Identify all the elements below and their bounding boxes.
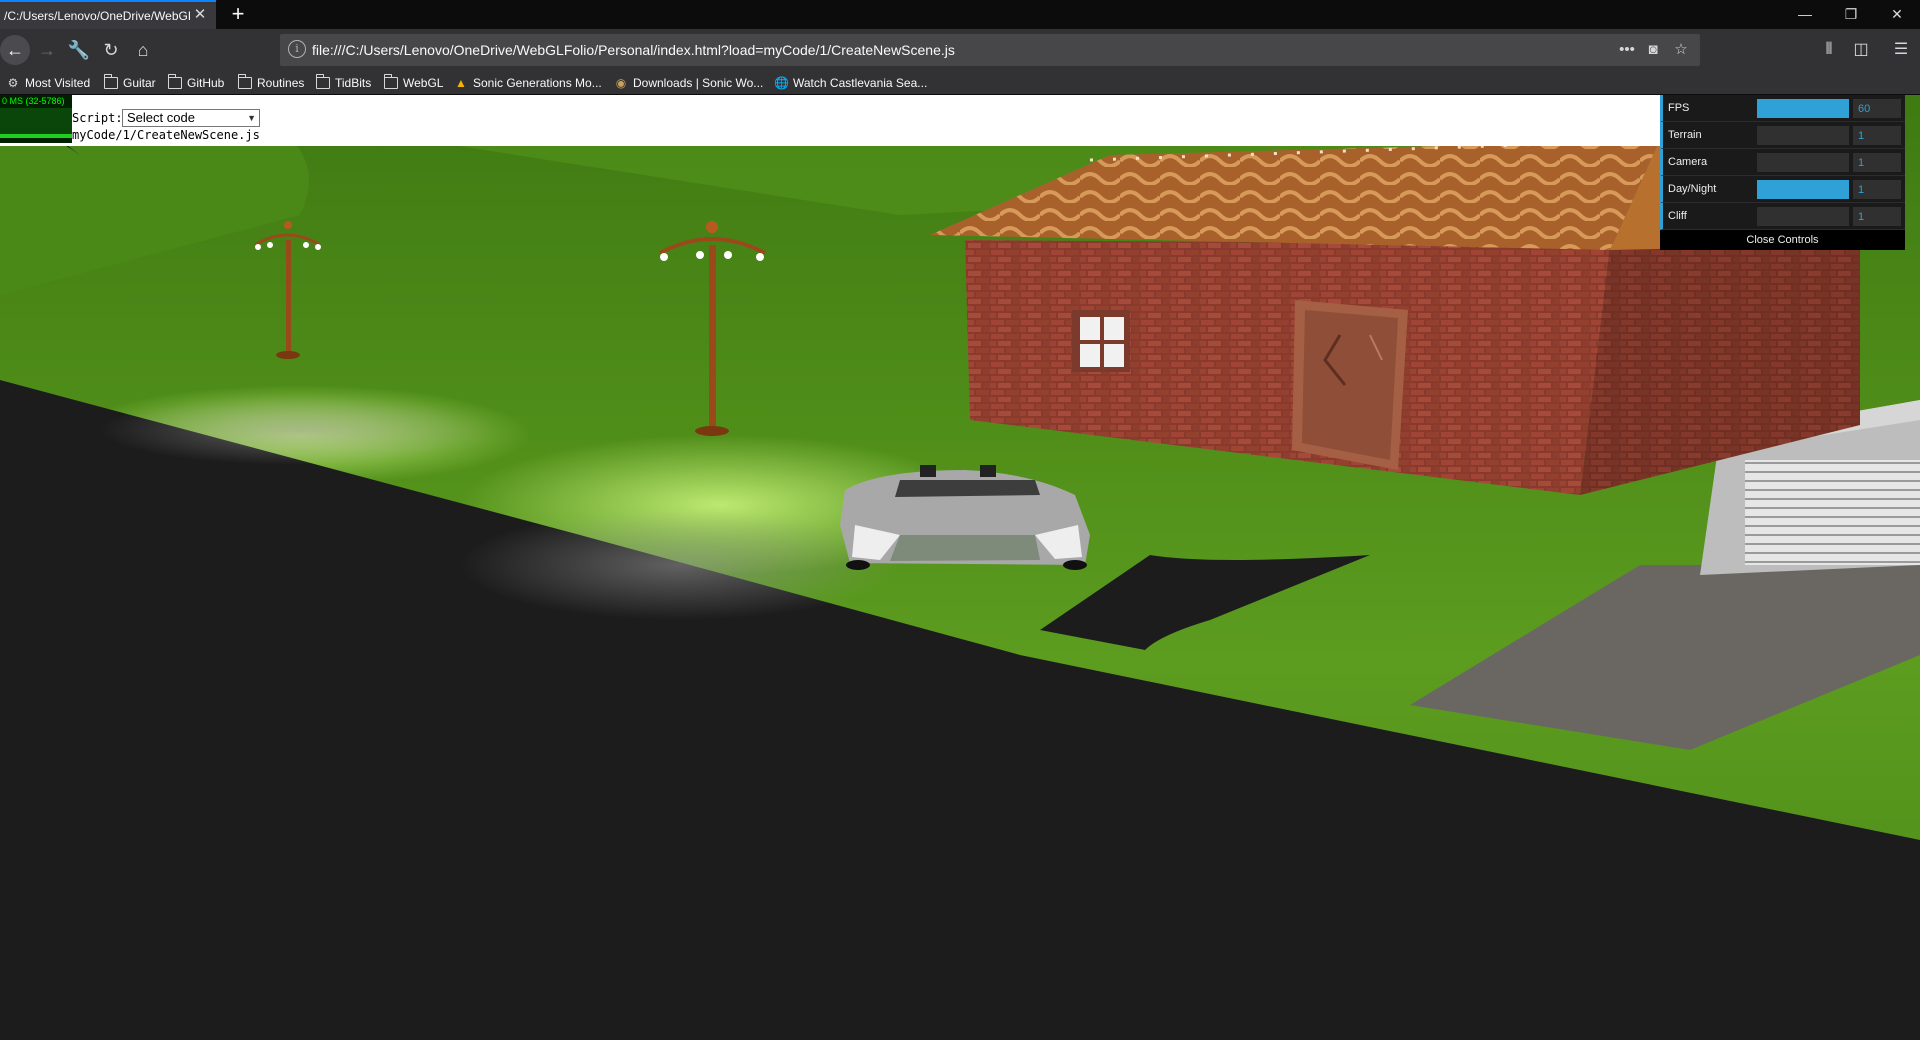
folder-icon — [237, 73, 252, 89]
control-value-input[interactable]: 60 — [1853, 99, 1901, 118]
bookmark-star-icon[interactable]: ☆ — [1670, 39, 1692, 61]
bookmark-guitar[interactable]: Guitar — [103, 73, 156, 91]
script-selector-bar: Script: Select code ▼ myCode/1/CreateNew… — [0, 95, 1660, 146]
scene-render — [0, 95, 1920, 1040]
new-tab-icon[interactable]: + — [226, 2, 250, 26]
control-slider[interactable] — [1757, 126, 1849, 145]
control-value-input[interactable]: 1 — [1853, 126, 1901, 145]
bookmark-tidbits[interactable]: TidBits — [315, 73, 372, 91]
slider-fill — [1757, 180, 1849, 199]
url-text[interactable]: file:///C:/Users/Lenovo/OneDrive/WebGLFo… — [312, 42, 955, 58]
forward-icon[interactable]: → — [32, 35, 62, 65]
info-icon[interactable]: i — [288, 40, 306, 58]
slider-fill — [1757, 99, 1849, 118]
bookmark-github[interactable]: GitHub — [167, 73, 225, 91]
control-value-input[interactable]: 1 — [1853, 207, 1901, 226]
control-slider[interactable] — [1757, 153, 1849, 172]
bookmark-label: Sonic Generations Mo... — [473, 75, 602, 90]
gear-icon: ⚙ — [7, 75, 19, 90]
bookmark-label: Guitar — [123, 75, 156, 90]
bookmark-label: TidBits — [335, 75, 372, 90]
webgl-canvas[interactable]: Script: Select code ▼ myCode/1/CreateNew… — [0, 95, 1920, 1040]
control-label: Terrain — [1668, 129, 1702, 141]
control-row-day-night[interactable]: Day/Night 1 — [1660, 176, 1905, 203]
folder-icon — [383, 73, 398, 89]
bookmarks-toolbar: ⚙ Most Visited Guitar GitHub Routines Ti… — [0, 71, 1920, 95]
control-label: Cliff — [1668, 210, 1687, 222]
control-value-input[interactable]: 1 — [1853, 153, 1901, 172]
bookmark-label: Downloads | Sonic Wo... — [633, 75, 764, 90]
navigation-toolbar: ← → 🔧 ↻ ⌂ i file:///C:/Users/Lenovo/OneD… — [0, 29, 1920, 71]
sidebar-icon[interactable]: ◫ — [1846, 35, 1876, 65]
bookmark-routines[interactable]: Routines — [237, 73, 305, 91]
pocket-icon[interactable]: ◙ — [1642, 39, 1664, 61]
reload-icon[interactable]: ↻ — [96, 35, 126, 65]
folder-icon — [103, 73, 118, 89]
controls-panel: FPS 60 Terrain 1 Camera 1 Day/Night 1 Cl… — [1660, 95, 1905, 250]
script-label: Script: — [72, 111, 123, 125]
bookmark-castlevania[interactable]: 🌐 Watch Castlevania Sea... — [774, 74, 927, 91]
control-row-terrain[interactable]: Terrain 1 — [1660, 122, 1905, 149]
tab-title: /C:/Users/Lenovo/OneDrive/WebGL — [4, 8, 190, 23]
bookmark-label: WebGL — [403, 75, 444, 90]
page-actions-icon[interactable]: ••• — [1616, 39, 1638, 61]
bookmark-sonic-generations[interactable]: ▲ Sonic Generations Mo... — [454, 74, 602, 91]
control-label: Day/Night — [1668, 183, 1717, 195]
stats-panel[interactable]: 0 MS (32-5786) — [0, 95, 72, 143]
code-select-value: Select code — [127, 110, 195, 125]
chevron-down-icon: ▼ — [247, 113, 256, 123]
stats-readout: 0 MS (32-5786) — [2, 96, 65, 106]
folder-icon — [315, 73, 330, 89]
bookmark-most-visited[interactable]: ⚙ Most Visited — [6, 74, 91, 91]
control-row-fps[interactable]: FPS 60 — [1660, 95, 1905, 122]
browser-tab[interactable]: /C:/Users/Lenovo/OneDrive/WebGL ✕ — [0, 0, 216, 29]
control-slider[interactable] — [1757, 207, 1849, 226]
code-select[interactable]: Select code ▼ — [122, 109, 260, 127]
drive-icon: ▲ — [455, 75, 467, 90]
back-icon[interactable]: ← — [0, 35, 30, 65]
site-icon: ◉ — [615, 75, 627, 90]
url-bar[interactable]: i file:///C:/Users/Lenovo/OneDrive/WebGL… — [280, 34, 1700, 66]
control-slider[interactable] — [1757, 180, 1849, 199]
library-icon[interactable]: ⫴ — [1814, 35, 1844, 65]
globe-icon: 🌐 — [774, 75, 789, 90]
stats-graph — [0, 108, 72, 138]
control-label: Camera — [1668, 156, 1708, 168]
bookmark-label: Routines — [257, 75, 305, 90]
close-controls-button[interactable]: Close Controls — [1660, 230, 1905, 250]
restore-icon[interactable]: ❐ — [1828, 0, 1874, 29]
loaded-script-path: myCode/1/CreateNewScene.js — [72, 128, 260, 142]
control-label: FPS — [1668, 102, 1690, 114]
close-tab-icon[interactable]: ✕ — [192, 7, 208, 23]
home-icon[interactable]: ⌂ — [128, 35, 158, 65]
control-slider[interactable] — [1757, 99, 1849, 118]
menu-icon[interactable]: ☰ — [1886, 35, 1916, 65]
control-row-cliff[interactable]: Cliff 1 — [1660, 203, 1905, 230]
bookmark-label: GitHub — [187, 75, 225, 90]
control-value-input[interactable]: 1 — [1853, 180, 1901, 199]
bookmark-downloads-sonic[interactable]: ◉ Downloads | Sonic Wo... — [614, 74, 764, 91]
folder-icon — [167, 73, 182, 89]
tab-strip: /C:/Users/Lenovo/OneDrive/WebGL ✕ + — ❐ … — [0, 0, 1920, 29]
control-row-camera[interactable]: Camera 1 — [1660, 149, 1905, 176]
minimize-icon[interactable]: — — [1782, 0, 1828, 29]
bookmark-label: Most Visited — [25, 75, 91, 90]
bookmark-label: Watch Castlevania Sea... — [793, 75, 928, 90]
wrench-icon[interactable]: 🔧 — [64, 35, 94, 65]
bookmark-webgl[interactable]: WebGL — [383, 73, 444, 91]
close-window-icon[interactable]: ✕ — [1874, 0, 1920, 29]
